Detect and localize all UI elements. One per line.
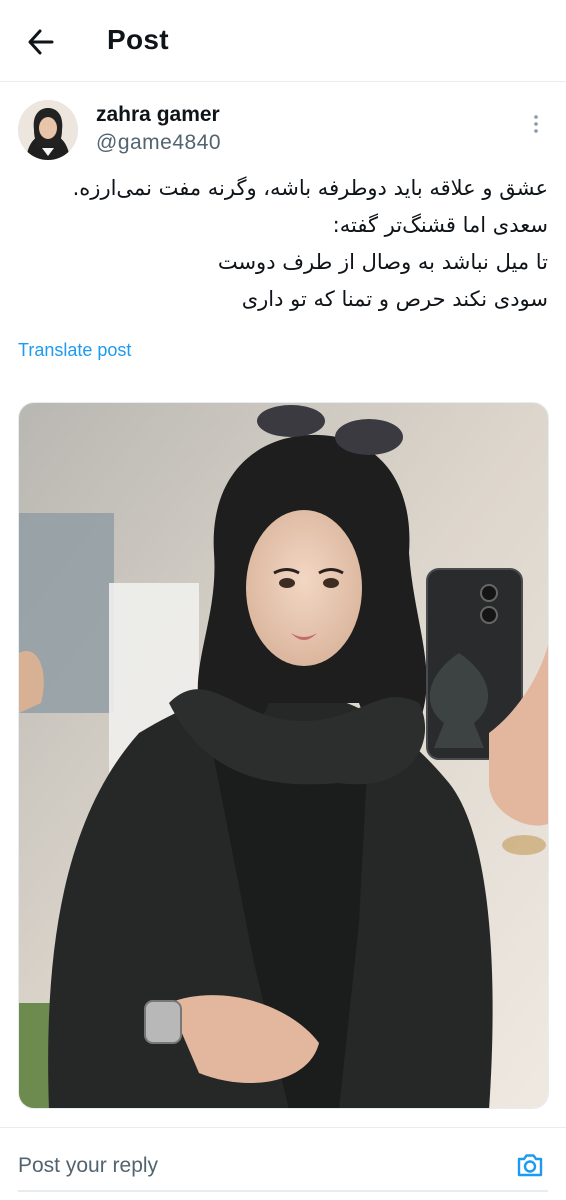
- more-vertical-icon: [534, 115, 538, 133]
- camera-icon: [517, 1154, 543, 1177]
- post-text: عشق و علاقه باید دوطرفه باشه، وگرنه مفت …: [18, 170, 548, 318]
- more-options-button[interactable]: [524, 112, 548, 136]
- photo-woman-mirror-selfie: [19, 403, 548, 1108]
- post-text-line: سعدی اما قشنگ‌تر گفته:: [332, 213, 548, 237]
- post-media-photo[interactable]: [18, 402, 549, 1109]
- back-button[interactable]: [22, 24, 60, 60]
- username-handle[interactable]: @game4840: [96, 131, 221, 155]
- translate-post-link[interactable]: Translate post: [18, 340, 131, 361]
- camera-button[interactable]: [514, 1149, 546, 1181]
- display-name[interactable]: zahra gamer: [96, 103, 220, 127]
- page-title: Post: [107, 24, 169, 55]
- reply-input[interactable]: [18, 1150, 498, 1182]
- reply-underline: [18, 1190, 548, 1192]
- profile-avatar-image: [18, 100, 78, 160]
- top-bar: Post: [0, 0, 566, 82]
- post-text-line: عشق و علاقه باید دوطرفه باشه، وگرنه مفت …: [72, 176, 548, 200]
- arrow-left-icon: [28, 29, 54, 55]
- post-text-line: سودی نکند حرص و تمنا که تو داری: [241, 287, 548, 311]
- reply-divider: [0, 1127, 566, 1128]
- avatar[interactable]: [18, 100, 78, 160]
- post-text-line: تا میل نباشد به وصال از طرف دوست: [217, 250, 548, 274]
